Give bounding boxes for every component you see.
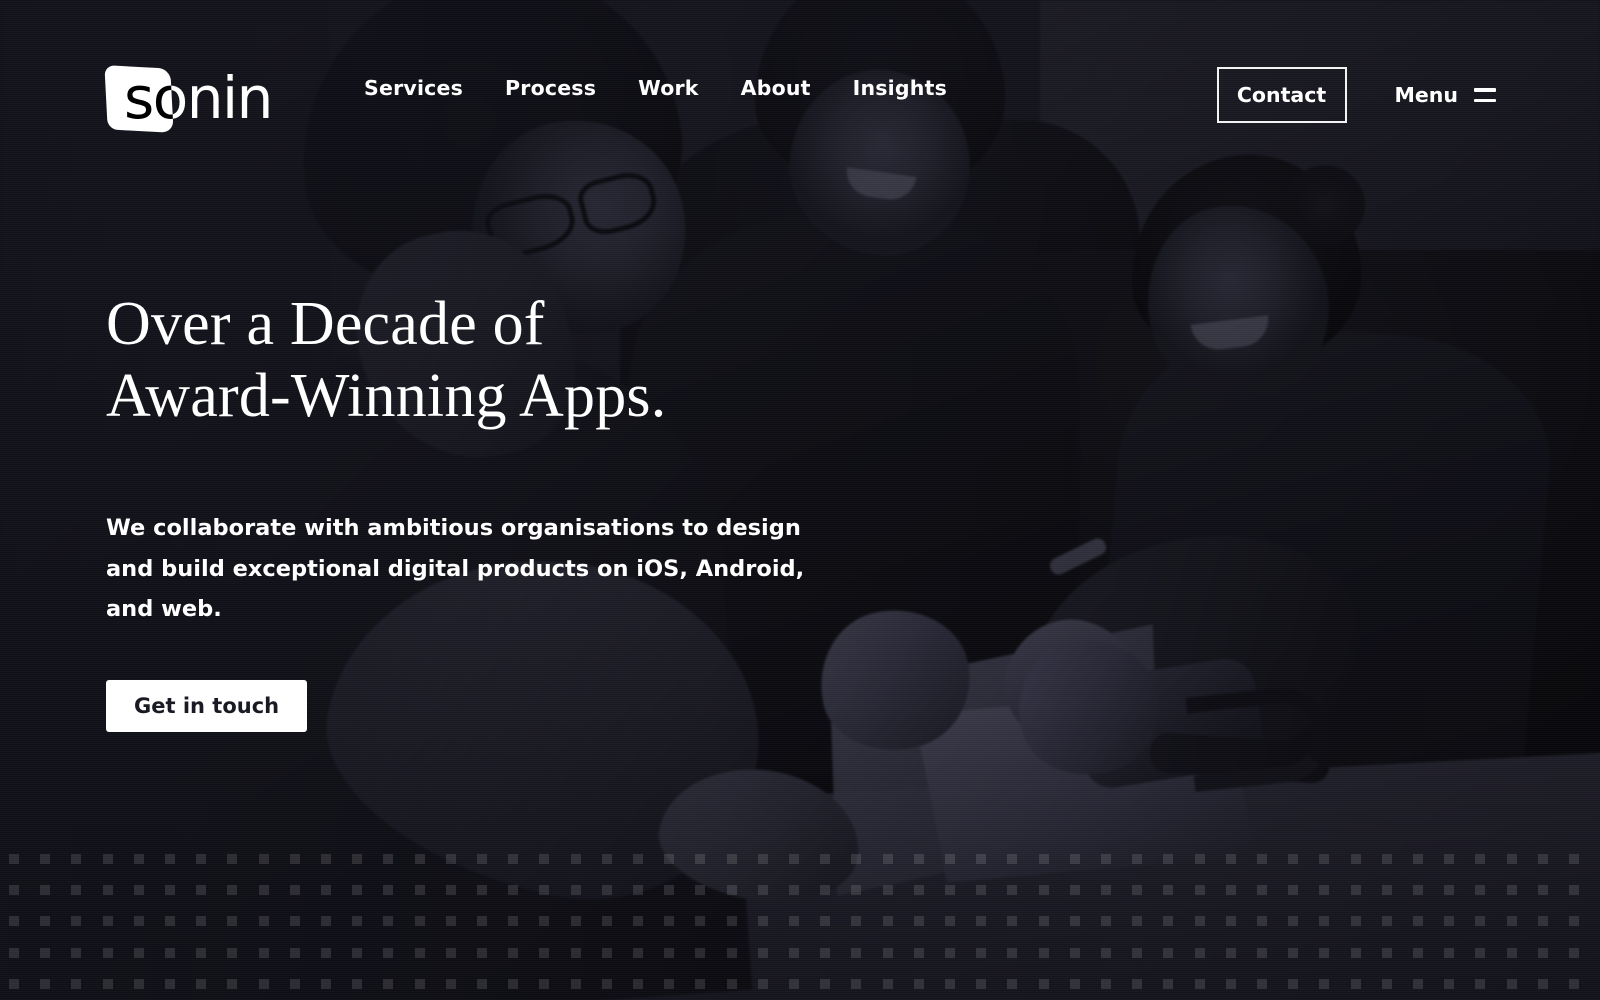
hero-section: sonin Services Process Work About Insigh…: [0, 0, 1600, 1000]
nav-item-services[interactable]: Services: [364, 76, 463, 100]
header-actions: Contact Menu: [1216, 66, 1496, 124]
contact-button[interactable]: Contact: [1216, 67, 1347, 123]
hamburger-bar-1: [1474, 88, 1496, 92]
menu-button-label: Menu: [1394, 83, 1459, 107]
menu-button[interactable]: Menu: [1394, 83, 1496, 107]
hamburger-icon: [1474, 88, 1496, 102]
site-header: sonin Services Process Work About Insigh…: [0, 0, 1600, 190]
hero-copy-block: Over a Decade of Award-Winning Apps. We …: [106, 288, 826, 732]
nav-item-about[interactable]: About: [741, 76, 811, 100]
hamburger-bar-2: [1474, 98, 1496, 102]
nav-item-insights[interactable]: Insights: [853, 76, 947, 100]
logo-wordmark: sonin: [124, 64, 273, 132]
primary-navigation: Services Process Work About Insights: [364, 66, 947, 110]
hero-headline: Over a Decade of Award-Winning Apps.: [106, 290, 667, 430]
nav-item-process[interactable]: Process: [505, 76, 596, 100]
hero-subcopy: We collaborate with ambitious organisati…: [106, 515, 805, 622]
logo-link[interactable]: sonin: [104, 65, 273, 133]
nav-item-work[interactable]: Work: [638, 76, 699, 100]
get-in-touch-button[interactable]: Get in touch: [106, 679, 308, 732]
